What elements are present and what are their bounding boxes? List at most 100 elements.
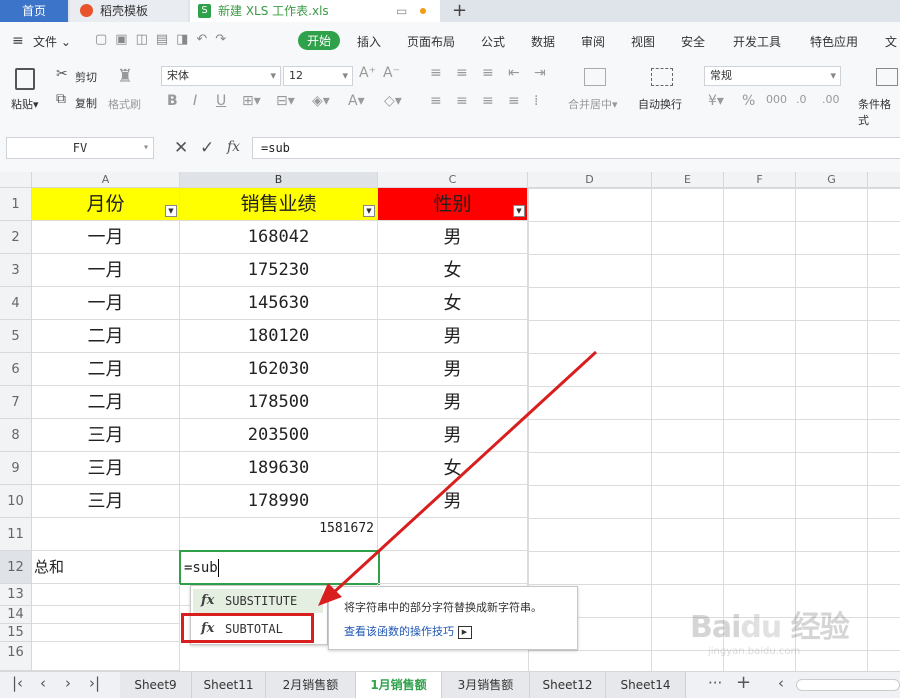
column-header-g[interactable]: G xyxy=(796,172,868,188)
cell-c10[interactable]: 男 xyxy=(378,485,528,518)
cell-a4[interactable]: 一月 xyxy=(32,287,180,320)
cell-a13[interactable] xyxy=(32,584,180,606)
cell-a8[interactable]: 三月 xyxy=(32,419,180,452)
cell-c6[interactable]: 男 xyxy=(378,353,528,386)
row-header-4[interactable]: 4 xyxy=(0,287,32,320)
row-header-11[interactable]: 11 xyxy=(0,518,32,551)
cell-c2[interactable]: 男 xyxy=(378,221,528,254)
cell-b6[interactable]: 162030 xyxy=(180,353,378,386)
cell-a16[interactable] xyxy=(32,642,180,671)
row-header-8[interactable]: 8 xyxy=(0,419,32,452)
sheet-tab[interactable]: Sheet12 xyxy=(530,672,606,698)
decrease-font-icon[interactable]: A⁻ xyxy=(383,65,400,81)
row-header-16[interactable]: 16 xyxy=(0,642,32,671)
row-header-7[interactable]: 7 xyxy=(0,386,32,419)
confirm-formula-icon[interactable]: ✓ xyxy=(200,138,214,158)
cell-b12-editing[interactable]: =sub xyxy=(179,550,380,585)
filter-dropdown-icon[interactable]: ▼ xyxy=(363,205,375,217)
align-center-icon[interactable]: ≡ xyxy=(456,93,468,109)
prev-sheet-icon[interactable]: ‹ xyxy=(40,674,46,692)
tab-file[interactable]: S 新建 XLS 工作表.xls ▭ xyxy=(190,0,440,22)
cell-b2[interactable]: 168042 xyxy=(180,221,378,254)
cut-button[interactable]: 剪切 xyxy=(75,69,97,85)
align-top-icon[interactable]: ≡ xyxy=(430,65,442,81)
decrease-decimal-icon[interactable]: .00 xyxy=(822,93,840,106)
next-sheet-icon[interactable]: › xyxy=(65,674,71,692)
menu-special[interactable]: 特色应用 xyxy=(810,33,858,50)
row-header-12[interactable]: 12 xyxy=(0,551,32,584)
cell-a10[interactable]: 三月 xyxy=(32,485,180,518)
column-header-c[interactable]: C xyxy=(378,172,528,188)
cell-b5[interactable]: 180120 xyxy=(180,320,378,353)
cell-c4[interactable]: 女 xyxy=(378,287,528,320)
row-header-10[interactable]: 10 xyxy=(0,485,32,518)
number-format-select[interactable]: 常规 ▾ xyxy=(704,66,841,86)
menu-developer[interactable]: 开发工具 xyxy=(733,33,781,50)
cell-style-icon[interactable]: ⊟▾ xyxy=(276,93,295,109)
increase-font-icon[interactable]: A⁺ xyxy=(359,65,376,81)
cell-c8[interactable]: 男 xyxy=(378,419,528,452)
quick-access-icons[interactable]: ▢▣◫▤◨↶↷ xyxy=(95,32,234,47)
cell-b10[interactable]: 178990 xyxy=(180,485,378,518)
indent-increase-icon[interactable]: ⇥ xyxy=(534,65,546,81)
cell-c11[interactable] xyxy=(378,518,528,551)
align-right-icon[interactable]: ≡ xyxy=(482,93,494,109)
menu-review[interactable]: 审阅 xyxy=(581,33,605,50)
paste-button[interactable]: 粘贴▾ xyxy=(11,96,39,112)
menu-file[interactable]: 文件 ⌄ xyxy=(33,33,71,50)
row-header-6[interactable]: 6 xyxy=(0,353,32,386)
sheet-tab[interactable]: Sheet11 xyxy=(192,672,266,698)
increase-decimal-icon[interactable]: .0 xyxy=(796,93,807,106)
merge-center-button[interactable]: 合并居中▾ xyxy=(568,96,618,112)
cell-b11-total[interactable]: 1581672 xyxy=(180,518,378,551)
sheet-tab[interactable]: 3月销售额 xyxy=(442,672,530,698)
cell-c5[interactable]: 男 xyxy=(378,320,528,353)
thousands-icon[interactable]: 000 xyxy=(766,93,787,106)
column-header-a[interactable]: A xyxy=(32,172,180,188)
italic-icon[interactable]: I xyxy=(193,93,197,109)
align-middle-icon[interactable]: ≡ xyxy=(456,65,468,81)
filter-dropdown-icon[interactable]: ▼ xyxy=(513,205,525,217)
add-sheet-icon[interactable]: + xyxy=(736,672,751,693)
more-sheets-icon[interactable]: ··· xyxy=(708,674,722,692)
new-tab-button[interactable]: + xyxy=(452,0,472,22)
align-left-icon[interactable]: ≡ xyxy=(430,93,442,109)
sheet-tab-active[interactable]: 1月销售额 xyxy=(356,672,442,698)
conditional-format-icon[interactable] xyxy=(876,68,898,86)
percent-icon[interactable]: % xyxy=(742,93,755,109)
tab-home[interactable]: 首页 xyxy=(0,0,68,22)
font-name-select[interactable]: 宋体 ▾ xyxy=(161,66,281,86)
copy-button[interactable]: 复制 xyxy=(75,95,97,111)
paste-icon[interactable] xyxy=(15,68,35,90)
fill-color-icon[interactable]: ◈▾ xyxy=(312,93,330,109)
row-header-15[interactable]: 15 xyxy=(0,624,32,642)
insert-function-icon[interactable]: fx xyxy=(227,139,240,155)
cell-b7[interactable]: 178500 xyxy=(180,386,378,419)
horizontal-scrollbar[interactable] xyxy=(796,679,900,691)
header-cell-sales[interactable]: 销售业绩 ▼ xyxy=(180,188,378,221)
last-sheet-icon[interactable]: ›| xyxy=(89,674,100,692)
wrap-text-icon[interactable] xyxy=(651,68,673,86)
align-bottom-icon[interactable]: ≡ xyxy=(482,65,494,81)
menu-more[interactable]: 文 xyxy=(885,33,897,50)
cell-a6[interactable]: 二月 xyxy=(32,353,180,386)
row-header-9[interactable]: 9 xyxy=(0,452,32,485)
format-painter-button[interactable]: 格式刷 xyxy=(108,96,141,112)
border-icon[interactable]: ⊞▾ xyxy=(242,93,261,109)
cell-b9[interactable]: 189630 xyxy=(180,452,378,485)
hamburger-menu-icon[interactable]: ≡ xyxy=(12,33,24,49)
row-header-2[interactable]: 2 xyxy=(0,221,32,254)
formula-input[interactable]: =sub xyxy=(252,137,900,159)
distribute-icon[interactable]: ⁞ xyxy=(534,93,538,109)
column-header-h[interactable] xyxy=(868,172,900,188)
tooltip-help-link[interactable]: 查看该函数的操作技巧 ▶ xyxy=(344,623,472,639)
first-sheet-icon[interactable]: |‹ xyxy=(12,674,23,692)
name-box[interactable]: FV ▾ xyxy=(6,137,154,159)
cell-c12[interactable] xyxy=(378,551,528,584)
window-monitor-icon[interactable]: ▭ xyxy=(396,0,407,22)
cell-b8[interactable]: 203500 xyxy=(180,419,378,452)
cell-a12-label[interactable]: 总和 xyxy=(32,551,180,584)
column-header-f[interactable]: F xyxy=(724,172,796,188)
row-header-14[interactable]: 14 xyxy=(0,606,32,624)
wrap-text-button[interactable]: 自动换行 xyxy=(638,96,682,112)
